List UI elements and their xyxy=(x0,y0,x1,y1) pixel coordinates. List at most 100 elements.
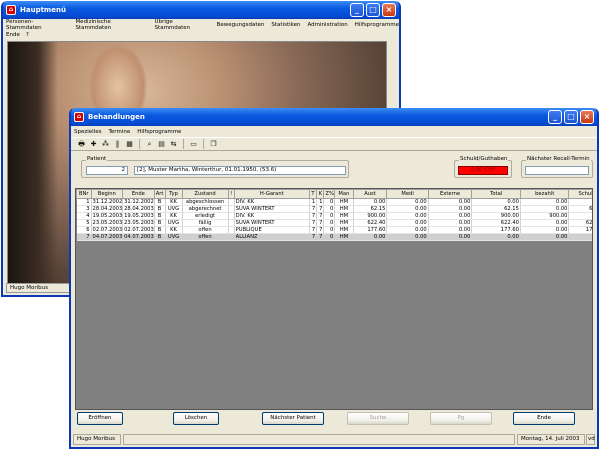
patient-description-field: [2], Muster Martha, Winterthur, 01.01.19… xyxy=(134,166,346,175)
print-icon[interactable]: 🖶 xyxy=(77,140,86,149)
table-cell: UVG xyxy=(165,233,183,241)
table-cell: abgeschlossen xyxy=(182,198,229,206)
status-code: vd xyxy=(586,434,595,445)
maximize-button[interactable]: □ xyxy=(366,3,380,17)
table-cell: 7 xyxy=(309,226,318,234)
table-cell: 62.15 xyxy=(353,205,388,213)
loeschen-button[interactable]: Löschen xyxy=(173,412,219,425)
menu-termine[interactable]: Termine xyxy=(108,129,130,135)
menu-help[interactable]: ? xyxy=(26,32,29,38)
behandlungen-titlebar[interactable]: ⌂ Behandlungen _ □ × xyxy=(71,108,597,126)
menu-hilfsprogramme[interactable]: Hilfsprogramme xyxy=(355,22,399,28)
menu-uebrige[interactable]: Übrige Stammdaten xyxy=(155,19,210,31)
table-cell: 62.15 xyxy=(568,205,592,213)
table-cell: 0.00 xyxy=(568,198,592,206)
pause-icon[interactable]: ‖ xyxy=(113,140,122,149)
column-header[interactable]: Typ xyxy=(164,189,183,199)
table-cell: SUVA WINTERT xyxy=(234,219,310,227)
table-cell: ALLIANZ xyxy=(234,233,310,241)
column-header[interactable]: BNr xyxy=(76,189,92,199)
copy-icon[interactable]: ❐ xyxy=(209,140,218,149)
menu-spezielles[interactable]: Spezielles xyxy=(74,129,101,135)
minimize-button[interactable]: _ xyxy=(350,3,364,17)
column-header[interactable]: T xyxy=(308,189,318,199)
column-header[interactable]: Beginn xyxy=(90,189,124,199)
table-cell: 0.00 xyxy=(353,198,388,206)
patient-label: Patient xyxy=(86,156,108,162)
table-cell: 7 xyxy=(76,233,92,241)
table-cell: 7 xyxy=(309,205,318,213)
column-header[interactable]: Z% xyxy=(323,189,336,199)
minimize-button[interactable]: _ xyxy=(548,110,562,124)
patient-number-field[interactable]: 2 xyxy=(86,166,128,175)
status-user: Hugo Moribus xyxy=(73,434,121,445)
table-cell: 0.00 xyxy=(386,205,429,213)
column-header[interactable]: Ende xyxy=(122,189,155,199)
transfer-icon[interactable]: ⇆ xyxy=(169,140,178,149)
maximize-button[interactable]: □ xyxy=(564,110,578,124)
menu-hilfsprogramme[interactable]: Hilfsprogramme xyxy=(137,129,181,135)
column-header[interactable]: Medi xyxy=(386,189,429,199)
ende-button[interactable]: Ende xyxy=(513,412,575,425)
naechster-patient-button[interactable]: Nächster Patient xyxy=(262,412,324,425)
menu-ende[interactable]: Ende xyxy=(6,32,20,38)
column-header[interactable]: H-Garant xyxy=(233,189,310,199)
column-header[interactable]: Externe xyxy=(427,189,473,199)
close-button[interactable]: × xyxy=(382,3,396,17)
pg-button[interactable]: Pg xyxy=(430,412,492,425)
table-cell: 0 xyxy=(323,233,336,241)
column-header[interactable]: bezahlt xyxy=(519,189,570,199)
behandlungen-statusbar: Hugo Moribus Montag, 14. Juli 2003 vd xyxy=(73,434,595,445)
main-status-user: Hugo Moribus xyxy=(6,283,76,293)
suche-button[interactable]: Suche xyxy=(347,412,409,425)
table-cell: PUBLIQUE xyxy=(234,226,310,234)
main-titlebar[interactable]: ⌂ Hauptmenü _ □ × xyxy=(3,1,399,19)
table-cell: 6 xyxy=(76,226,92,234)
table-cell: 1 xyxy=(76,198,92,206)
table-cell: 0.00 xyxy=(520,226,570,234)
table-row[interactable]: 7 04.07.2003 04.07.2003 B UVG offen ALLIANZ 7 7 0… xyxy=(76,233,592,241)
table-cell: 622.40 xyxy=(471,219,521,227)
preview-icon[interactable]: ⌕ xyxy=(145,140,154,149)
column-header[interactable]: Aust xyxy=(352,189,388,199)
column-header[interactable]: K xyxy=(316,189,325,199)
close-button[interactable]: × xyxy=(580,110,594,124)
table-cell: KK xyxy=(165,212,183,220)
table-cell: 23.05.2003 xyxy=(91,219,124,227)
eroeffnen-button[interactable]: Eröffnen xyxy=(77,412,123,425)
column-header[interactable]: Schuld xyxy=(568,189,592,199)
column-header[interactable]: Man xyxy=(334,189,354,199)
table-cell: 900.00 xyxy=(353,212,388,220)
menu-bewegungsdaten[interactable]: Bewegungsdaten xyxy=(217,22,265,28)
table-cell: B xyxy=(154,205,166,213)
menu-personen[interactable]: Personen-Stammdaten xyxy=(6,19,68,31)
column-header[interactable]: Total xyxy=(471,189,521,199)
column-header[interactable]: Zustand xyxy=(181,189,229,199)
network-icon[interactable]: ⁂ xyxy=(101,140,110,149)
schuld-value: 0.00 CHF xyxy=(458,166,508,175)
table-row[interactable]: 6 02.07.2003 02.07.2003 B KK offen PUBLIQUE 7 7 0… xyxy=(76,226,592,234)
table-cell: 0.00 xyxy=(520,205,570,213)
table-cell: 0 xyxy=(323,212,336,220)
menu-administration[interactable]: Administration xyxy=(308,22,348,28)
table-row[interactable]: 3 28.04.2003 28.04.2003 B UVG abgerechnet SUVA… xyxy=(76,205,592,213)
main-menubar-secondary: Ende ? xyxy=(3,30,399,40)
table-cell: 7 xyxy=(309,212,318,220)
menu-medizinische[interactable]: Medizinische Stammdaten xyxy=(75,19,147,31)
table-cell: 1 xyxy=(316,198,325,206)
table-row[interactable]: 4 19.05.2003 19.05.2003 B KK erledigt DIV. KK 7… xyxy=(76,212,592,220)
table-cell: HM xyxy=(334,198,354,206)
menu-statistiken[interactable]: Statistiken xyxy=(271,22,300,28)
table-row[interactable]: 1 31.12.2002 31.12.2002 B KK abgeschlossen DIV… xyxy=(76,198,592,206)
table-cell: B xyxy=(154,226,166,234)
table-row[interactable]: 5 23.05.2003 23.05.2003 B UVG fällig SUVA WINT… xyxy=(76,219,592,227)
table-cell: UVG xyxy=(165,219,183,227)
behandlungen-table: BNr Beginn Ende Art Typ Zustand! H-Garant T K Z% M… xyxy=(75,188,593,410)
document-icon[interactable]: ▤ xyxy=(157,140,166,149)
column-header[interactable]: Art xyxy=(153,189,166,199)
table-cell: 0.00 xyxy=(386,219,429,227)
add-icon[interactable]: ✚ xyxy=(89,140,98,149)
folder-icon[interactable]: ▭ xyxy=(189,140,198,149)
table-cell: 62.15 xyxy=(471,205,521,213)
calendar-icon[interactable]: ▦ xyxy=(125,140,134,149)
